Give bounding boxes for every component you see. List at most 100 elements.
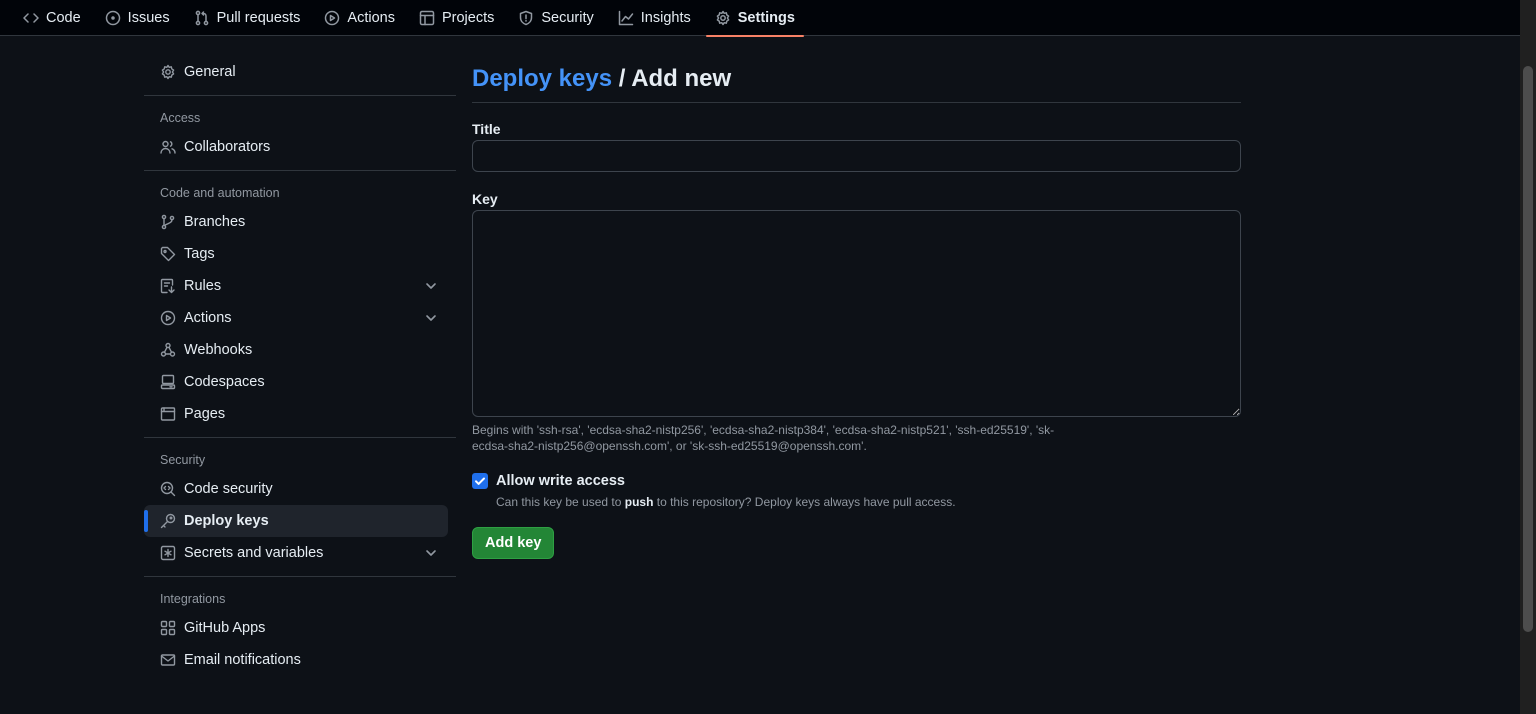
tab-label: Code: [46, 9, 81, 26]
title-input[interactable]: [472, 140, 1241, 172]
codescan-icon: [160, 481, 176, 497]
tab-label: Security: [541, 9, 594, 26]
title-divider: [472, 102, 1241, 103]
sidebar-item-label: Email notifications: [184, 652, 301, 668]
play-icon: [325, 10, 340, 25]
sidebar-divider: [144, 576, 456, 577]
title-field-label: Title: [472, 121, 501, 137]
check-icon: [475, 477, 485, 485]
scrollbar-thumb[interactable]: [1523, 66, 1533, 632]
sidebar-item-email-notifications[interactable]: Email notifications: [144, 644, 448, 676]
sidebar-item-label: Branches: [184, 214, 246, 230]
sidebar-divider: [144, 437, 456, 438]
asterisk-icon: [160, 545, 176, 561]
code-icon: [23, 12, 39, 23]
sidebar-heading-code-automation: Code and automation: [160, 186, 280, 200]
gear-icon: [716, 10, 730, 25]
sidebar-item-actions[interactable]: Actions: [144, 302, 448, 334]
write-desc-text: Can this key be used to: [496, 495, 625, 509]
sidebar-item-webhooks[interactable]: Webhooks: [144, 334, 448, 366]
tab-settings[interactable]: Settings: [705, 0, 805, 37]
sidebar-item-collaborators[interactable]: Collaborators: [144, 131, 448, 163]
scrollbar[interactable]: [1520, 0, 1536, 714]
write-desc-text-end: to this repository? Deploy keys always h…: [653, 495, 956, 509]
chevron-down-icon[interactable]: [424, 546, 438, 560]
tag-icon: [160, 246, 176, 262]
page-title: Deploy keys / Add new: [472, 56, 1241, 102]
sidebar-item-secrets[interactable]: Secrets and variables: [144, 537, 448, 569]
main-content: Deploy keys / Add new Title Key Begins w…: [472, 56, 1241, 559]
page-title-text: / Add new: [612, 65, 732, 92]
sidebar-item-label: Collaborators: [184, 139, 271, 155]
key-format-hint: Begins with 'ssh-rsa', 'ecdsa-sha2-nistp…: [472, 423, 1055, 453]
sidebar-item-pages[interactable]: Pages: [144, 398, 448, 430]
chevron-down-icon[interactable]: [424, 279, 438, 293]
breadcrumb-deploy-keys[interactable]: Deploy keys: [472, 65, 612, 92]
key-icon: [160, 513, 176, 529]
tab-pull-requests[interactable]: Pull requests: [185, 0, 310, 36]
key-textarea[interactable]: [472, 210, 1241, 417]
sidebar-item-label: Deploy keys: [184, 513, 269, 529]
sidebar-item-deploy-keys[interactable]: Deploy keys: [144, 505, 448, 537]
gear-icon: [161, 64, 175, 80]
rules-icon: [160, 278, 175, 294]
sidebar-item-label: Rules: [184, 278, 222, 294]
write-access-description: Can this key be used to push to this rep…: [496, 495, 1241, 511]
add-key-button[interactable]: Add key: [472, 527, 555, 559]
tab-label: Projects: [441, 9, 495, 26]
sidebar-item-label: Webhooks: [184, 342, 253, 358]
sidebar-heading-access: Access: [160, 111, 201, 125]
play-icon: [160, 310, 176, 326]
tab-label: Pull requests: [216, 9, 301, 26]
sidebar-item-tags[interactable]: Tags: [144, 238, 448, 270]
sidebar-item-label: Secrets and variables: [184, 545, 324, 561]
codespaces-icon: [160, 374, 176, 390]
write-access-row: Allow write access: [472, 472, 1241, 490]
apps-icon: [160, 620, 176, 636]
tab-insights[interactable]: Insights: [609, 0, 700, 36]
sidebar-divider: [144, 170, 456, 171]
sidebar-item-label: General: [184, 64, 236, 80]
sidebar-item-label: Actions: [184, 310, 232, 326]
shield-icon: [520, 10, 533, 25]
write-access-label[interactable]: Allow write access: [496, 473, 625, 489]
issue-icon: [105, 10, 120, 25]
sidebar-item-branches[interactable]: Branches: [144, 206, 448, 238]
sidebar-item-codespaces[interactable]: Codespaces: [144, 366, 448, 398]
key-field-label: Key: [472, 191, 498, 207]
write-desc-bold: push: [624, 495, 654, 509]
sidebar-item-label: Pages: [184, 406, 226, 422]
sidebar-item-label: Codespaces: [184, 374, 265, 390]
tab-projects[interactable]: Projects: [410, 0, 503, 36]
mail-icon: [160, 654, 176, 666]
sidebar-item-label: GitHub Apps: [184, 620, 266, 636]
tab-label: Issues: [127, 9, 170, 26]
settings-sidebar: General Access Collaborators Code and au…: [144, 56, 456, 676]
tab-label: Insights: [640, 9, 691, 26]
write-access-checkbox[interactable]: [472, 473, 488, 489]
tab-label: Settings: [737, 9, 795, 26]
sidebar-divider: [144, 95, 456, 96]
webhook-icon: [160, 342, 176, 357]
browser-icon: [160, 407, 176, 421]
table-icon: [419, 10, 435, 25]
sidebar-item-label: Tags: [184, 246, 215, 262]
sidebar-heading-security: Security: [160, 453, 206, 467]
sidebar-item-github-apps[interactable]: GitHub Apps: [144, 612, 448, 644]
graph-icon: [618, 10, 634, 25]
people-icon: [160, 140, 176, 154]
sidebar-item-label: Code security: [184, 481, 273, 497]
sidebar-item-code-security[interactable]: Code security: [144, 473, 448, 505]
tab-security[interactable]: Security: [509, 0, 602, 36]
tab-label: Actions: [347, 9, 395, 26]
sidebar-item-rules[interactable]: Rules: [144, 270, 448, 302]
sidebar-heading-integrations: Integrations: [160, 592, 226, 606]
repo-nav: Code Issues Pull requests Actions Projec…: [0, 0, 1520, 37]
sidebar-item-general[interactable]: General: [144, 56, 448, 88]
chevron-down-icon[interactable]: [424, 311, 438, 325]
tab-actions[interactable]: Actions: [315, 0, 404, 36]
branch-icon: [161, 214, 175, 230]
tab-code[interactable]: Code: [14, 0, 90, 36]
pull-request-icon: [195, 10, 208, 25]
tab-issues[interactable]: Issues: [96, 0, 179, 36]
